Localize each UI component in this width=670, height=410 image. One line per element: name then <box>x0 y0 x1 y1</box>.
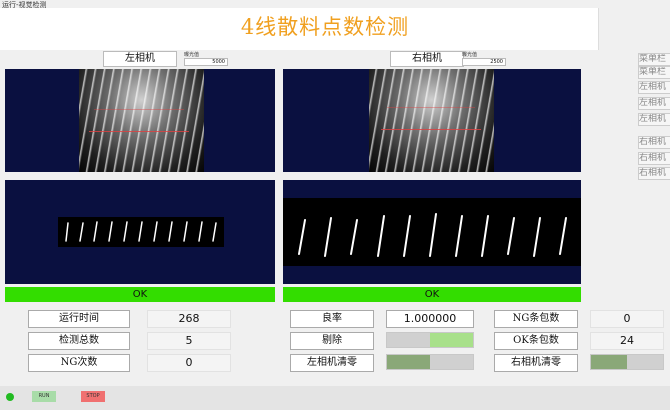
right-clear-indicator <box>590 354 664 370</box>
left-camera-label: 左相机 <box>103 51 177 67</box>
right-binary-view <box>283 180 581 284</box>
status-light-icon <box>6 393 14 401</box>
yield-label: 良率 <box>290 310 374 328</box>
left-clear-indicator-fill <box>387 355 430 369</box>
run-button[interactable]: RUN <box>32 391 56 402</box>
side-menu-item[interactable]: 左相机 <box>638 113 670 126</box>
side-menu-item[interactable]: 右相机 <box>638 136 670 149</box>
left-binary-image <box>58 217 224 247</box>
left-clear-indicator <box>386 354 474 370</box>
left-result-bar: OK <box>5 287 275 302</box>
side-menu-item[interactable]: 左相机 <box>638 97 670 110</box>
ng-count-label: NG次数 <box>28 354 130 372</box>
side-menu-item[interactable]: 右相机 <box>638 152 670 165</box>
right-clear-button[interactable]: 右相机清零 <box>494 354 578 372</box>
ng-bags-label: NG条包数 <box>494 310 578 328</box>
right-binary-image <box>283 198 581 266</box>
side-menu-item[interactable]: 左相机 <box>638 81 670 94</box>
left-binary-view <box>5 180 275 284</box>
left-exposure-field[interactable]: 5000 <box>184 58 228 66</box>
right-exposure-field[interactable]: 2500 <box>462 58 506 66</box>
ng-bags-value: 0 <box>590 310 664 328</box>
run-time-label: 运行时间 <box>28 310 130 328</box>
total-count-value: 5 <box>147 332 231 350</box>
side-menu-item[interactable]: 菜单栏 <box>638 53 670 66</box>
right-result-bar: OK <box>283 287 581 302</box>
left-exposure-label: 曝光值 <box>184 52 200 58</box>
left-camera-image <box>79 69 204 172</box>
ok-bags-value: 24 <box>590 332 664 350</box>
page-title: 4线散料点数检测 <box>240 15 410 39</box>
ok-bags-label: OK条包数 <box>494 332 578 350</box>
ng-count-value: 0 <box>147 354 231 372</box>
right-camera-image <box>369 69 494 172</box>
total-count-label: 检测总数 <box>28 332 130 350</box>
reject-button[interactable]: 剔除 <box>290 332 374 350</box>
reject-indicator-fill <box>430 333 473 347</box>
side-menu-item[interactable]: 菜单栏 <box>638 66 670 79</box>
run-time-value: 268 <box>147 310 231 328</box>
right-wire-marks <box>298 213 567 257</box>
left-camera-view <box>5 69 275 172</box>
left-clear-button[interactable]: 左相机清零 <box>290 354 374 372</box>
stop-button[interactable]: STOP <box>81 391 105 402</box>
right-exposure-label: 曝光值 <box>462 52 478 58</box>
right-camera-view <box>283 69 581 172</box>
side-menu-item[interactable]: 右相机 <box>638 167 670 180</box>
right-clear-indicator-fill <box>591 355 627 369</box>
left-wire-marks <box>65 221 217 242</box>
yield-value: 1.000000 <box>386 310 474 328</box>
reject-indicator <box>386 332 474 348</box>
right-camera-label: 右相机 <box>390 51 464 67</box>
